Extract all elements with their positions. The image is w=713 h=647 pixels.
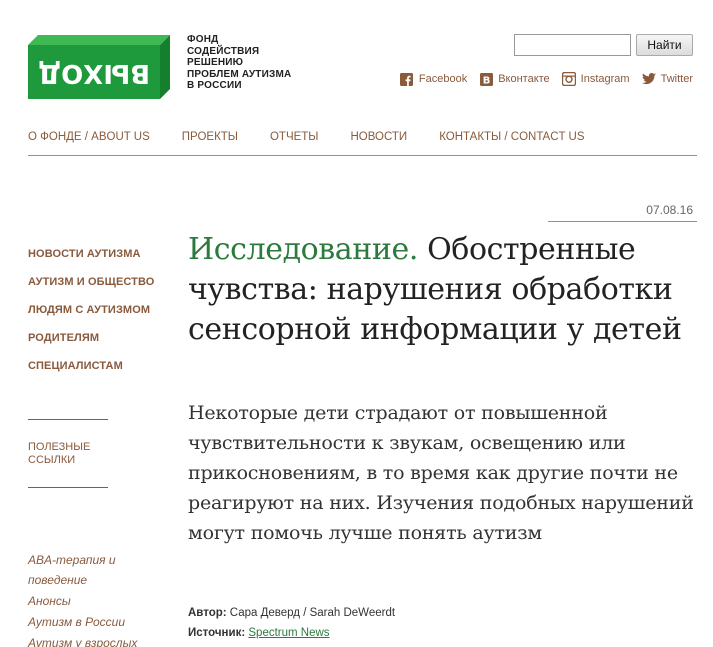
nav-about[interactable]: О ФОНДЕ / ABOUT US: [28, 131, 150, 143]
tag-link[interactable]: ABA-терапия и поведение: [28, 550, 168, 590]
article-meta: Автор: Сара Деверд / Sarah DeWeerdt Исто…: [188, 603, 395, 643]
twitter-icon: [641, 72, 656, 86]
nav-news[interactable]: НОВОСТИ: [350, 131, 407, 143]
date-divider: [548, 221, 697, 222]
facebook-icon: [400, 72, 414, 86]
nav-divider: [28, 155, 697, 156]
article-author: Автор: Сара Деверд / Sarah DeWeerdt: [188, 603, 395, 623]
logo-caption-line: ПРОБЛЕМ АУТИЗМА: [187, 68, 292, 80]
search-form: Найти: [514, 34, 693, 56]
logo-caption-line: В РОССИИ: [187, 80, 242, 91]
vk-icon: В: [479, 72, 493, 86]
search-input[interactable]: [514, 34, 631, 56]
social-instagram-link[interactable]: Instagram: [561, 72, 630, 86]
logo-caption-line: ФОНД: [187, 34, 219, 45]
tag-link[interactable]: Анонсы: [28, 591, 168, 611]
main-nav: О ФОНДЕ / ABOUT US ПРОЕКТЫ ОТЧЕТЫ НОВОСТ…: [28, 131, 697, 143]
useful-links-line: ССЫЛКИ: [28, 454, 76, 466]
instagram-icon: [561, 72, 576, 86]
social-vk-link[interactable]: В Вконтакте: [479, 72, 550, 86]
sidebar-categories: НОВОСТИ АУТИЗМА АУТИЗМ И ОБЩЕСТВО ЛЮДЯМ …: [28, 248, 168, 388]
tag-link[interactable]: Аутизм в России: [28, 612, 168, 632]
source-label: Источник:: [188, 627, 246, 639]
social-links: Facebook В Вконтакте Instagram Twitter: [400, 72, 693, 86]
logo-box-icon: ВЫХОД: [28, 35, 170, 99]
logo-caption-line: СОДЕЙСТВИЯ: [187, 45, 260, 57]
sidebar-item-autism-society[interactable]: АУТИЗМ И ОБЩЕСТВО: [28, 276, 168, 288]
sidebar-divider: [28, 487, 108, 488]
social-label: Вконтакте: [498, 73, 550, 85]
sidebar-item-parents[interactable]: РОДИТЕЛЯМ: [28, 332, 168, 344]
social-facebook-link[interactable]: Facebook: [400, 72, 467, 86]
sidebar-useful-links[interactable]: ПОЛЕЗНЫЕ ССЫЛКИ: [28, 441, 90, 467]
article-lead: Некоторые дети страдают от повышенной чу…: [188, 402, 694, 544]
sidebar-tags: ABA-терапия и поведение Анонсы Аутизм в …: [28, 550, 168, 647]
article-source: Источник: Spectrum News: [188, 623, 395, 643]
logo-caption-line: РЕШЕНИЮ: [187, 57, 244, 68]
svg-text:В: В: [482, 75, 490, 86]
sidebar-item-people-with-autism[interactable]: ЛЮДЯМ С АУТИЗМОМ: [28, 304, 168, 316]
social-label: Facebook: [418, 73, 468, 85]
nav-contacts[interactable]: КОНТАКТЫ / CONTACT US: [439, 131, 584, 143]
author-name: Сара Деверд / Sarah DeWeerdt: [226, 607, 396, 619]
social-label: Twitter: [660, 73, 693, 85]
social-twitter-link[interactable]: Twitter: [641, 72, 693, 86]
tag-link[interactable]: Аутизм у взрослых: [28, 633, 168, 647]
nav-projects[interactable]: ПРОЕКТЫ: [182, 131, 238, 143]
article-date: 07.08.16: [646, 203, 693, 217]
author-label: Автор:: [188, 607, 227, 619]
source-link[interactable]: Spectrum News: [248, 627, 329, 639]
sidebar-item-specialists[interactable]: СПЕЦИАЛИСТАМ: [28, 360, 168, 372]
site-logo[interactable]: ВЫХОД: [28, 35, 170, 99]
article-title-prefix: Исследование.: [188, 232, 418, 267]
logo-word: ВЫХОД: [38, 58, 150, 88]
sidebar-divider: [28, 419, 108, 420]
useful-links-line: ПОЛЕЗНЫЕ: [28, 441, 91, 453]
search-button[interactable]: Найти: [636, 34, 693, 56]
social-label: Instagram: [580, 73, 630, 85]
nav-reports[interactable]: ОТЧЕТЫ: [270, 131, 319, 143]
article-title: Исследование. Обостренные чувства: наруш…: [188, 230, 688, 350]
sidebar-item-autism-news[interactable]: НОВОСТИ АУТИЗМА: [28, 248, 168, 260]
logo-caption: ФОНД СОДЕЙСТВИЯ РЕШЕНИЮ ПРОБЛЕМ АУТИЗМА …: [187, 34, 291, 92]
